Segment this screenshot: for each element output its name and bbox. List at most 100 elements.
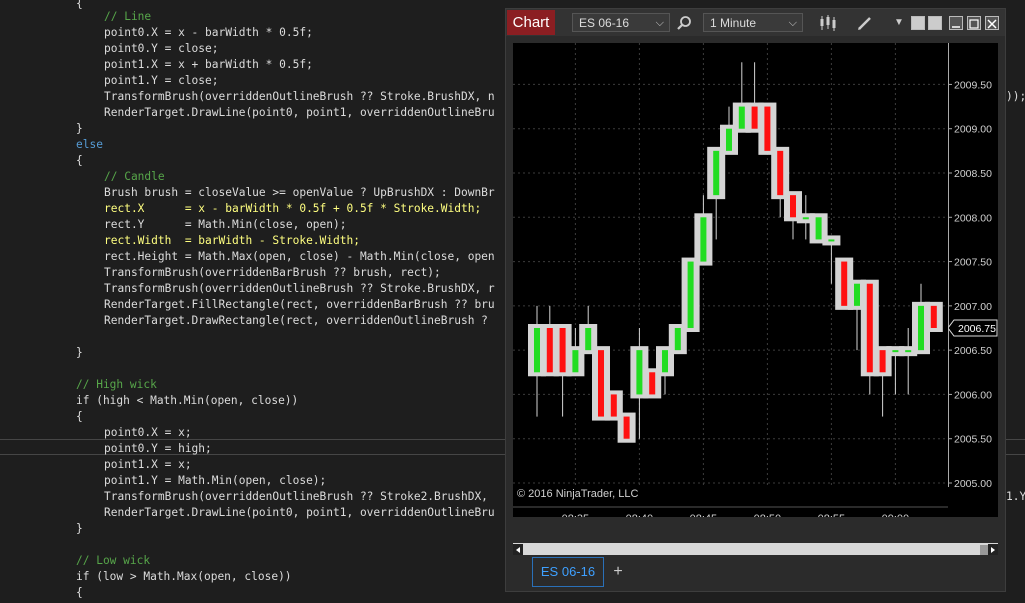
code-line: rect.Y = Math.Min(close, open); [104,218,347,231]
minimize-icon[interactable] [949,16,963,30]
candle-body-up [713,150,720,196]
code-line: RenderTarget.DrawRectangle(rect, overrid… [104,314,488,327]
candle-body-down [790,195,796,218]
y-tick-label: 2005.00 [954,478,992,490]
chart-tab-bar: ES 06-16 + [506,555,1005,591]
code-line: point1.Y = close; [104,74,219,87]
y-tick-label: 2006.50 [954,345,992,357]
code-line: // Low wick [76,554,151,567]
candle-body-down [930,305,937,328]
drawing-tools-icon[interactable] [855,13,875,33]
chevron-down-icon: ⌵ [655,17,664,29]
maximize-icon[interactable] [967,16,981,30]
candlestick-chart[interactable]: 08:35 08:40 08:45 08:50 08:55 09:00 © 2016 Nin… [513,43,948,525]
candle-body-down [546,328,553,373]
code-line: TransformBrush(overriddenOutlineBrush ??… [104,490,488,503]
candle-body-down [598,350,604,417]
candle-body-up [572,350,579,373]
x-tick-label: 08:50 [754,513,782,517]
candle-body-up [738,106,745,129]
x-tick-label: 08:35 [562,513,590,517]
candle-body-up [585,328,592,351]
interval-selector[interactable]: 1 Minute ⌵ [703,13,803,32]
code-line: point1.Y = Math.Min(open, close); [104,474,327,487]
y-tick-label: 2007.00 [954,301,992,313]
candle-body-down [879,350,886,373]
code-line: } [76,122,83,135]
candle-body-up [828,239,835,242]
candle-body-down [559,328,566,373]
code-line: { [76,586,83,599]
y-tick-label: 2009.00 [954,124,992,136]
code-line: // Line [104,10,152,23]
interval-label: 1 Minute [710,16,757,30]
x-tick-label: 08:45 [690,513,718,517]
code-line: point1.X = x + barWidth * 0.5f; [104,58,313,71]
instrument-selector[interactable]: ES 06-16 ⌵ [572,13,670,32]
code-line: // Candle [104,170,165,183]
candle-body-up [815,217,822,240]
chart-title-button[interactable]: Chart [507,10,555,35]
y-tick-label: 2008.00 [954,212,992,224]
price-axis-labels: 2009.50 2009.00 2008.50 2008.00 2007.50 2007.… [947,43,998,490]
code-line: RenderTarget.FillRectangle(rect, overrid… [104,298,495,311]
add-tab-button[interactable]: + [608,557,628,587]
code-line-overflow: 1.Y [1006,490,1025,503]
x-tick-label: 09:00 [882,513,910,517]
candle-body-up [905,350,912,353]
chart-style-icon[interactable] [818,13,838,33]
code-line: rect.Width = barWidth - Stroke.Width; [104,234,360,247]
code-line: if (low > Math.Max(open, close)) [76,570,292,583]
chart-window[interactable]: Chart ES 06-16 ⌵ 1 Minute ⌵ ▼ © 2016 Nin… [505,8,1006,592]
x-tick-label: 08:40 [626,513,654,517]
tab-es-06-16[interactable]: ES 06-16 [532,557,604,587]
candle-body-down [866,283,873,373]
last-price-label: 2006.75 [958,323,996,335]
code-line: { [76,0,83,10]
code-line: } [76,346,83,359]
code-line: point1.X = x; [104,458,192,471]
candle-body-down [751,106,758,129]
candle-body-up [674,328,681,351]
y-tick-label: 2008.50 [954,168,992,180]
code-line: TransformBrush(overriddenOutlineBrush ??… [104,282,495,295]
chevron-down-icon: ⌵ [788,17,797,29]
candle-body-up [687,261,694,328]
candle-body-down [764,106,771,151]
candle-body-up [854,283,860,306]
panel-icon[interactable] [911,16,925,30]
code-line: rect.X = x - barWidth * 0.5f + 0.5f * St… [104,202,482,215]
candle-body-down [777,150,784,196]
candle-body-up [726,128,732,151]
copyright-text: © 2016 NinjaTrader, LLC [517,488,638,500]
search-icon[interactable] [674,13,694,33]
code-line: { [76,154,83,167]
chart-toolbar: Chart ES 06-16 ⌵ 1 Minute ⌵ ▼ [506,9,1005,36]
candle-body-down [610,394,617,417]
price-chart-panel[interactable]: 08:35 08:40 08:45 08:50 08:55 09:00 © 2016 Nin… [513,43,948,525]
price-axis[interactable]: 2009.50 2009.00 2008.50 2008.00 2007.50 2007.… [947,43,998,517]
instrument-label: ES 06-16 [579,16,630,30]
code-line: } [76,522,83,535]
dropdown-arrow-icon[interactable]: ▼ [889,13,909,33]
candle-body-down [841,261,848,306]
horizontal-scrollbar[interactable] [513,543,998,556]
candle-body-up [700,217,707,262]
code-line: point0.X = x - barWidth * 0.5f; [104,26,313,39]
candle-body-down [649,372,656,395]
y-tick-label: 2007.50 [954,257,992,269]
code-line: point0.Y = high; [104,442,212,455]
code-line: point0.Y = close; [104,42,219,55]
code-line: Brush brush = closeValue >= openValue ? … [104,186,495,199]
panel-icon[interactable] [928,16,942,30]
code-line: TransformBrush(overriddenOutlineBrush ??… [104,90,495,103]
candle-body-down [623,416,630,439]
y-tick-label: 2006.00 [954,389,992,401]
code-line: else [76,138,103,151]
candle-body-up [636,350,643,395]
code-line: { [76,410,83,423]
code-line: if (high < Math.Min(open, close)) [76,394,299,407]
candle-body-up [802,217,809,220]
candle-body-up [892,350,899,353]
close-icon[interactable] [985,16,999,30]
